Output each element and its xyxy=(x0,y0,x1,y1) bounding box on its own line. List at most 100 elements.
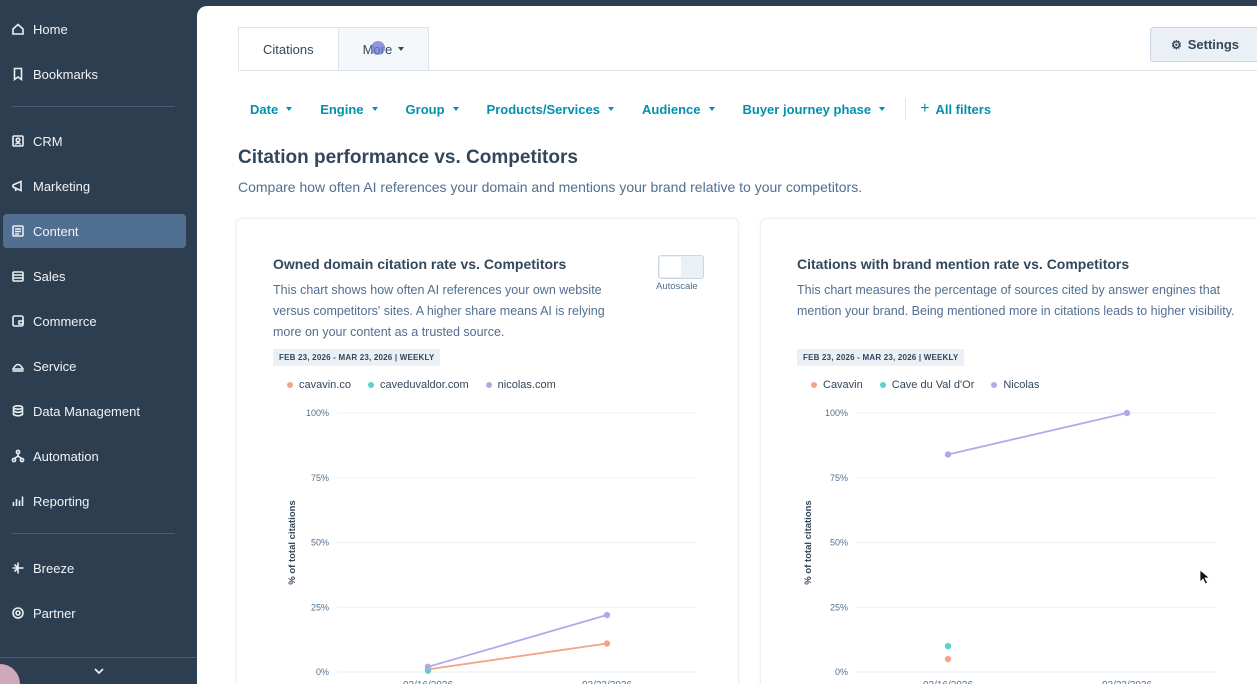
filter-products-services[interactable]: Products/Services xyxy=(487,102,614,117)
filter-engine[interactable]: Engine xyxy=(320,101,378,117)
sidebar-item-label: Partner xyxy=(33,605,76,621)
sidebar-item-label: Breeze xyxy=(33,560,75,576)
y-tick-label: 50% xyxy=(830,538,848,548)
y-tick-label: 75% xyxy=(311,473,329,483)
x-tick-label: 03/16/2026 xyxy=(923,680,973,684)
sidebar-divider xyxy=(12,533,175,534)
series-line xyxy=(427,614,608,668)
date-range-badge: FEB 23, 2026 - MAR 23, 2026 | WEEKLY xyxy=(273,349,441,366)
caret-down-icon xyxy=(286,107,293,111)
legend-swatch xyxy=(811,382,817,388)
card-title: Citations with brand mention rate vs. Co… xyxy=(797,256,1130,272)
tab-label: Citations xyxy=(263,41,314,57)
y-tick-label: 100% xyxy=(825,408,848,418)
filter-label: Group xyxy=(405,101,445,117)
sidebar-item-sales[interactable]: Sales xyxy=(3,259,186,293)
caret-down-icon xyxy=(879,107,886,111)
mouse-pointer-icon xyxy=(1199,569,1211,585)
line-chart: 0% 25% 50% 75% 100% % of total citations 03/16… xyxy=(803,408,1217,684)
legend-swatch xyxy=(879,382,886,388)
sidebar-item-label: Service xyxy=(33,358,77,374)
sidebar-item-marketing[interactable]: Marketing xyxy=(3,169,186,203)
sidebar-item-service[interactable]: Service xyxy=(3,349,186,383)
chevron-down-icon xyxy=(93,668,104,675)
y-tick-label: 0% xyxy=(316,667,329,677)
page-title: Citation performance vs. Competitors xyxy=(238,147,578,168)
data-point xyxy=(944,451,952,458)
sidebar-item-breeze[interactable]: Breeze xyxy=(3,551,186,585)
click-indicator xyxy=(371,41,385,55)
line-chart: 0% 25% 50% 75% 100% % of total citations 03/16… xyxy=(287,408,697,684)
partner-icon xyxy=(11,606,25,620)
sidebar-item-label: Reporting xyxy=(33,493,90,509)
sidebar-item-data-management[interactable]: Data Management xyxy=(3,394,186,428)
x-tick-label: 03/23/2026 xyxy=(1102,680,1152,684)
sidebar-collapse-button[interactable] xyxy=(0,657,197,684)
card-description: This chart shows how often AI references… xyxy=(273,283,605,339)
tab-citations[interactable]: Citations xyxy=(238,27,339,71)
sidebar-item-label: Data Management xyxy=(33,403,140,419)
database-icon xyxy=(11,404,25,418)
y-tick-label: 50% xyxy=(311,538,329,548)
gear-icon: ⚙ xyxy=(1170,37,1182,52)
data-point xyxy=(603,640,611,647)
y-tick-label: 75% xyxy=(830,473,848,483)
sidebar-item-content[interactable]: Content xyxy=(3,214,186,248)
filter-label: Products/Services xyxy=(486,101,600,117)
sidebar-item-automation[interactable]: Automation xyxy=(3,439,186,473)
data-point xyxy=(424,663,432,671)
all-filters-button[interactable]: + All filters xyxy=(920,100,991,118)
sidebar-item-label: Marketing xyxy=(33,178,91,194)
caret-down-icon xyxy=(607,107,614,111)
legend-swatch xyxy=(991,382,998,388)
sidebar-item-label: Bookmarks xyxy=(33,66,99,82)
filter-audience[interactable]: Audience xyxy=(642,102,715,117)
filter-buyer-journey-phase[interactable]: Buyer journey phase xyxy=(743,102,886,117)
automation-icon xyxy=(11,449,25,463)
sidebar-item-partner[interactable]: Partner xyxy=(3,596,186,630)
content-icon xyxy=(11,224,25,238)
filter-separator xyxy=(905,98,907,120)
filter-date[interactable]: Date xyxy=(250,101,293,117)
filter-label: Engine xyxy=(320,101,364,117)
plus-icon: + xyxy=(920,100,930,117)
sidebar-item-bookmarks[interactable]: Bookmarks xyxy=(3,57,186,91)
card-description: This chart measures the percentage of so… xyxy=(797,283,1235,318)
data-point xyxy=(944,655,952,663)
service-icon xyxy=(11,359,25,373)
breeze-icon xyxy=(11,561,25,575)
contact-icon xyxy=(11,134,25,148)
data-point xyxy=(944,642,952,650)
autoscale-label: Autoscale xyxy=(656,281,698,292)
chart-card-owned-domain: Owned domain citation rate vs. Competito… xyxy=(236,218,739,684)
autoscale-toggle[interactable] xyxy=(658,255,704,279)
sidebar-item-home[interactable]: Home xyxy=(3,12,186,46)
megaphone-icon xyxy=(11,179,25,193)
sidebar-item-commerce[interactable]: Commerce xyxy=(3,304,186,338)
date-range-badge: FEB 23, 2026 - MAR 23, 2026 | WEEKLY xyxy=(797,349,965,366)
sidebar-item-label: Sales xyxy=(33,268,66,284)
toggle-knob xyxy=(660,257,681,277)
filter-group[interactable]: Group xyxy=(406,102,459,117)
sidebar-item-crm[interactable]: CRM xyxy=(3,124,186,158)
sidebar-item-label: Home xyxy=(33,21,68,37)
bookmark-icon xyxy=(11,67,25,81)
filter-bar: Date Engine Group Products/Services Audi… xyxy=(250,98,1019,120)
x-tick-label: 03/16/2026 xyxy=(403,680,453,684)
sidebar-item-label: CRM xyxy=(33,133,63,149)
home-icon xyxy=(11,22,25,36)
tab-underline xyxy=(238,70,1257,71)
main-panel: Citations More ⚙ Settings Date Engine Gr… xyxy=(197,6,1257,684)
y-tick-label: 25% xyxy=(311,602,329,612)
filter-label: Audience xyxy=(641,101,701,117)
filter-label: Date xyxy=(250,101,279,117)
y-axis-label: % of total citations xyxy=(803,500,814,584)
filter-label: Buyer journey phase xyxy=(742,101,872,117)
data-point xyxy=(603,611,611,619)
sidebar-item-label: Commerce xyxy=(33,313,97,329)
card-title: Owned domain citation rate vs. Competito… xyxy=(273,256,567,272)
settings-button[interactable]: ⚙ Settings xyxy=(1150,27,1257,62)
filter-label: All filters xyxy=(935,101,992,117)
sidebar-item-reporting[interactable]: Reporting xyxy=(3,484,186,518)
caret-down-icon xyxy=(398,47,405,51)
